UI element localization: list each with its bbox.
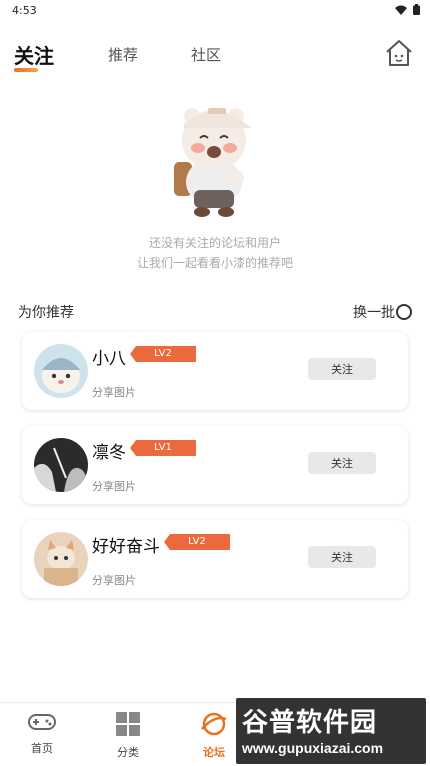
watermark-url: www.gupuxiazai.com xyxy=(242,740,384,756)
bear-mascot-illustration xyxy=(168,96,264,218)
user-name: 凛冬 xyxy=(92,443,126,463)
user-avatar[interactable] xyxy=(34,438,88,492)
follow-button[interactable]: 关注 xyxy=(308,358,376,380)
recommend-title: 为你推荐 xyxy=(18,305,74,321)
wifi-icon xyxy=(395,5,407,15)
level-badge: LV2 xyxy=(164,534,230,550)
user-avatar[interactable] xyxy=(34,532,88,586)
nav-label-home: 首页 xyxy=(31,742,53,755)
user-card[interactable]: 凛冬 LV1 分享图片 关注 xyxy=(22,426,408,504)
nav-item-forum[interactable]: 论坛 xyxy=(184,711,244,760)
refresh-button[interactable]: 换一批 xyxy=(353,302,412,322)
nav-label-forum: 论坛 xyxy=(203,746,225,759)
empty-state-line2: 让我们一起看看小漆的推荐吧 xyxy=(136,256,293,270)
user-name: 好好奋斗 xyxy=(92,537,160,557)
nav-label-category: 分类 xyxy=(117,746,139,759)
level-badge: LV1 xyxy=(130,440,196,456)
tab-recommend[interactable]: 推荐 xyxy=(108,44,138,65)
follow-button[interactable]: 关注 xyxy=(308,546,376,568)
home-icon[interactable] xyxy=(384,38,414,68)
nav-item-category[interactable]: 分类 xyxy=(98,711,158,760)
user-subtitle: 分享图片 xyxy=(92,386,136,399)
planet-icon xyxy=(184,711,244,740)
user-card[interactable]: 小八 LV2 分享图片 关注 xyxy=(22,332,408,410)
active-tab-indicator xyxy=(14,68,38,72)
user-avatar[interactable] xyxy=(34,344,88,398)
watermark: 谷普软件园 www.gupuxiazai.com xyxy=(236,698,426,764)
user-subtitle: 分享图片 xyxy=(92,574,136,587)
status-icons xyxy=(395,4,420,15)
empty-state-line1: 还没有关注的论坛和用户 xyxy=(148,236,281,250)
status-bar: 4:53 xyxy=(0,0,430,22)
user-name: 小八 xyxy=(92,349,126,369)
follow-button[interactable]: 关注 xyxy=(308,452,376,474)
tab-following[interactable]: 关注 xyxy=(14,40,54,69)
refresh-icon xyxy=(396,304,412,320)
grid-icon xyxy=(98,711,158,740)
watermark-main: 谷普软件园 xyxy=(242,708,378,738)
status-time: 4:53 xyxy=(12,4,37,17)
nav-item-home[interactable]: 首页 xyxy=(12,711,72,756)
user-card[interactable]: 好好奋斗 LV2 分享图片 关注 xyxy=(22,520,408,598)
tab-community[interactable]: 社区 xyxy=(191,44,221,65)
level-badge: LV2 xyxy=(130,346,196,362)
refresh-label: 换一批 xyxy=(353,305,395,321)
gamepad-icon xyxy=(12,711,72,736)
top-tabs: 关注 推荐 社区 xyxy=(0,38,430,78)
battery-icon xyxy=(413,4,420,15)
user-subtitle: 分享图片 xyxy=(92,480,136,493)
